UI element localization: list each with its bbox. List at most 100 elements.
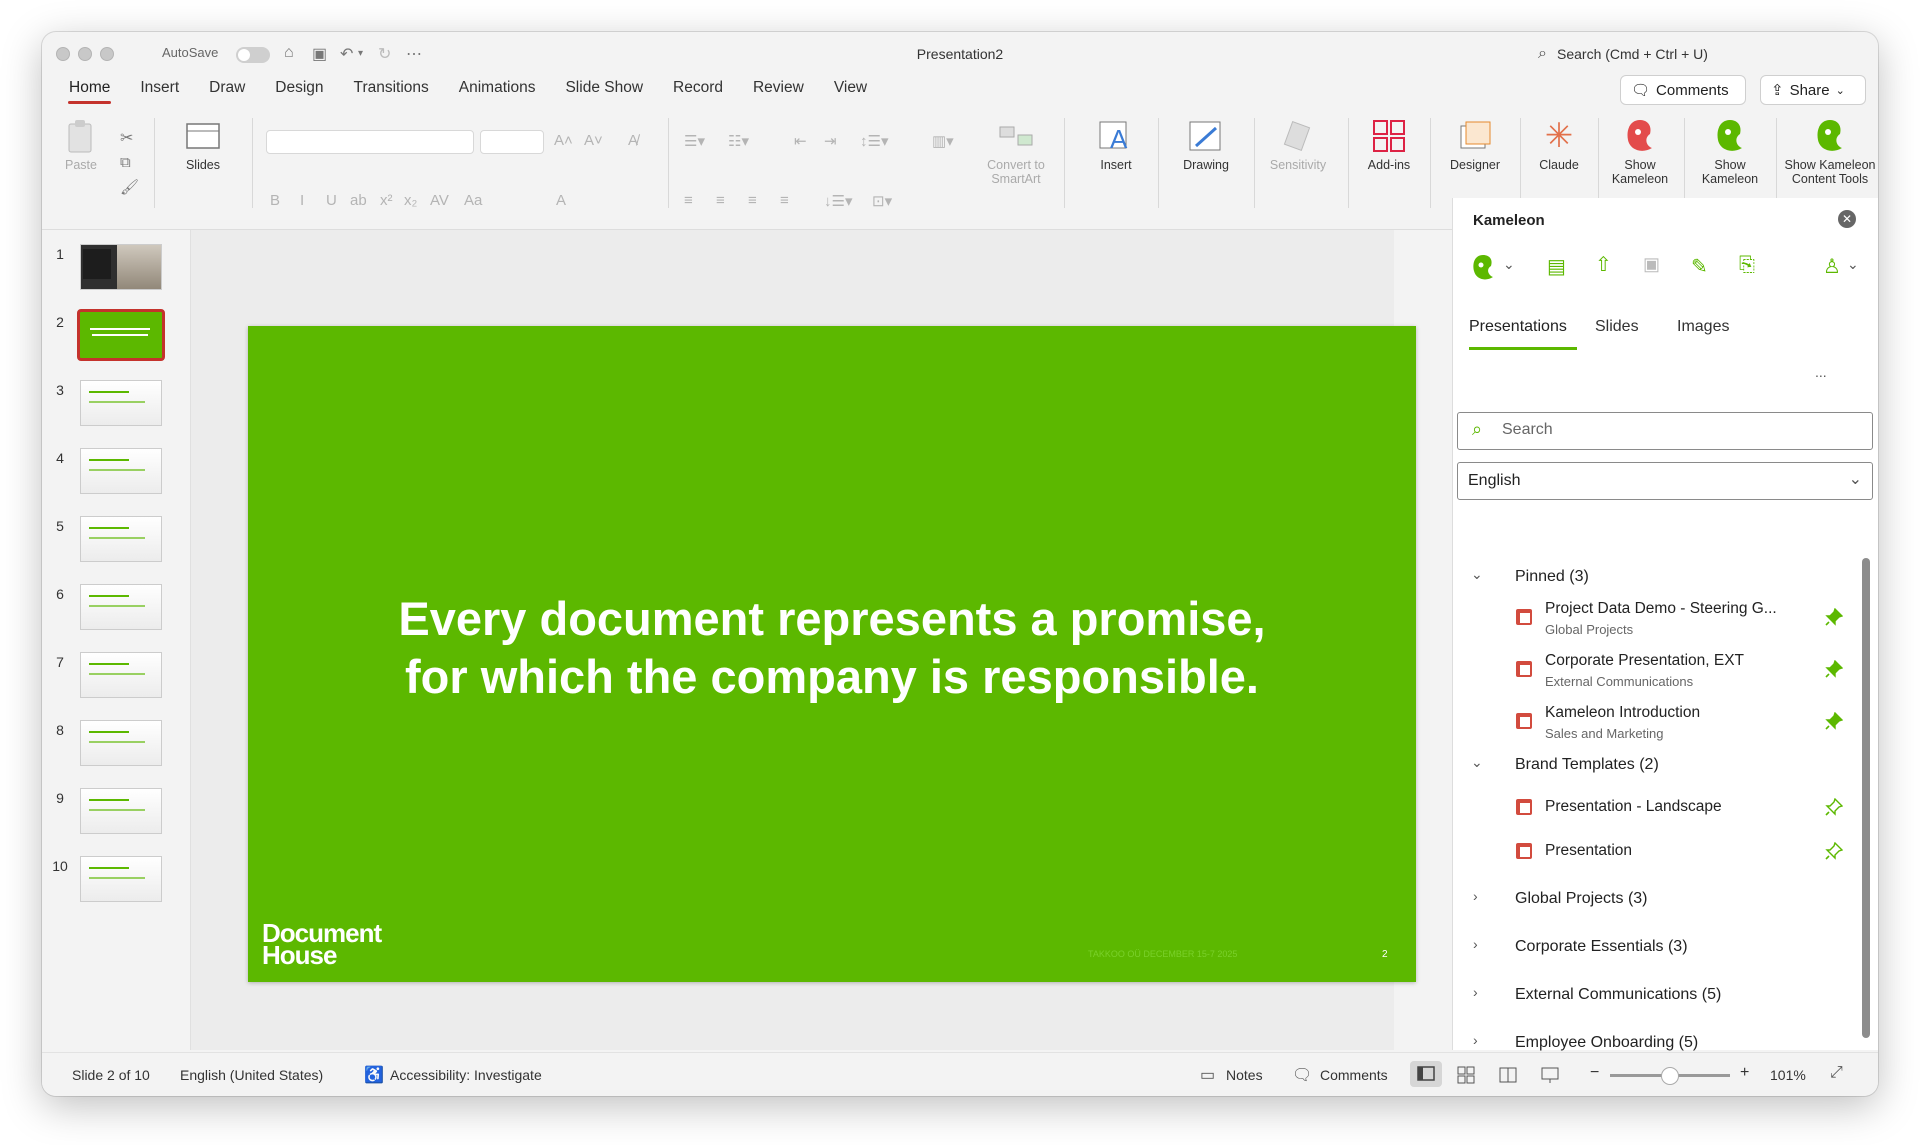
show-kameleon-tools-button[interactable]: Show Kameleon Content Tools [1782,114,1878,186]
text-direction-icon[interactable]: ↓☰▾ [824,192,852,210]
drawing-button[interactable]: Drawing [1170,114,1242,172]
close-window-button[interactable] [56,47,70,61]
accessibility-status[interactable]: Accessibility: Investigate [390,1067,542,1083]
slide-thumbnail-row[interactable]: 1 [42,244,192,296]
pinned-group[interactable]: ⌄ Pinned (3) [1453,564,1853,592]
format-painter-icon[interactable]: 🖌 [120,178,139,196]
insert-button[interactable]: A Insert [1086,114,1146,172]
addins-button[interactable]: Add-ins [1358,114,1420,172]
numbering-icon[interactable]: ☷▾ [728,132,749,150]
brand-templates-group[interactable]: ⌄ Brand Templates (2) [1453,752,1853,780]
tab-review[interactable]: Review [738,76,819,106]
slide-thumbnail[interactable] [80,516,162,562]
zoom-slider-knob[interactable] [1661,1067,1679,1085]
unpinned-icon[interactable] [1825,842,1843,860]
slide-thumbnail[interactable] [77,309,165,361]
unpinned-icon[interactable] [1825,798,1843,816]
more-icon[interactable]: ⋯ [406,44,422,64]
tab-view[interactable]: View [819,76,882,106]
slide-thumbnail-row[interactable]: 7 [42,652,192,704]
justify-icon[interactable]: ≡ [780,192,789,209]
cut-icon[interactable]: ✂ [120,128,133,148]
edit-document-icon[interactable]: ✎ [1691,254,1708,279]
designer-button[interactable]: Designer [1440,114,1510,172]
normal-view-button[interactable] [1410,1061,1442,1087]
font-color-icon[interactable]: A [556,192,566,209]
more-options-button[interactable]: ... [1815,364,1827,380]
font-size-field[interactable] [480,130,544,154]
convert-smartart-button[interactable]: Convert to SmartArt [978,114,1054,186]
bullets-icon[interactable]: ☰▾ [684,132,705,150]
bold-icon[interactable]: B [270,192,280,209]
slide-thumbnail-row[interactable]: 10 [42,856,192,908]
redo-icon[interactable]: ↻ [378,44,391,64]
tab-record[interactable]: Record [658,76,738,106]
font-name-field[interactable] [266,130,474,154]
increase-indent-icon[interactable]: ⇥ [824,132,837,150]
autosave-toggle[interactable] [236,47,270,63]
language-select[interactable]: English ⌄ [1457,462,1873,500]
italic-icon[interactable]: I [300,192,304,209]
comments-status-button[interactable]: Comments [1320,1067,1388,1083]
sensitivity-button[interactable]: Sensitivity [1258,114,1338,172]
kameleon-logo-icon[interactable] [1469,252,1499,284]
superscript-icon[interactable]: x² [380,192,393,209]
align-text-icon[interactable]: ⊡▾ [872,192,892,210]
shrink-font-icon[interactable]: A˅ [584,132,603,149]
current-slide[interactable]: Every document represents a promise, for… [248,326,1416,982]
clear-format-icon[interactable]: A̸ [628,132,638,149]
zoom-level[interactable]: 101% [1770,1067,1806,1083]
tab-slides[interactable]: Slides [1595,318,1639,336]
pdf-icon[interactable]: ▣ [1643,254,1660,275]
tab-animations[interactable]: Animations [444,76,551,106]
thumbnails-scrollbar[interactable] [190,230,212,1050]
save-icon[interactable]: ▣ [312,44,327,64]
list-item[interactable]: Presentation - Landscape [1453,796,1853,828]
list-item[interactable]: Corporate Presentation, EXT External Comm… [1453,650,1853,698]
list-item[interactable]: Kameleon Introduction Sales and Marketing [1453,702,1853,750]
list-item[interactable]: Project Data Demo - Steering G... Global … [1453,598,1853,646]
comments-button[interactable]: 🗨 Comments [1620,75,1746,105]
line-spacing-icon[interactable]: ↕☰▾ [860,132,888,150]
grow-font-icon[interactable]: A˄ [554,132,573,149]
upload-icon[interactable]: ⇧ [1595,252,1612,277]
slide-thumbnail[interactable] [80,448,162,494]
slide-thumbnail[interactable] [80,652,162,698]
zoom-window-button[interactable] [100,47,114,61]
collapsed-group[interactable]: › Corporate Essentials (3) [1453,934,1853,964]
close-icon[interactable]: ✕ [1838,210,1856,228]
slide-thumbnail[interactable] [80,788,162,834]
align-center-icon[interactable]: ≡ [716,192,725,209]
home-icon[interactable]: ⌂ [284,44,294,62]
collapsed-group[interactable]: › External Communications (5) [1453,982,1853,1012]
undo-icon[interactable]: ↶ [340,44,353,64]
tab-transitions[interactable]: Transitions [339,76,444,106]
reading-view-icon[interactable] [1498,1065,1518,1085]
pin-icon[interactable] [1825,660,1843,678]
copy-icon[interactable]: ⧉ [120,154,131,171]
chevron-down-icon[interactable]: ⌄ [1847,256,1859,273]
search-input[interactable]: ⌕ Search [1457,412,1873,450]
pin-icon[interactable] [1825,712,1843,730]
slide-thumbnail-row[interactable]: 9 [42,788,192,840]
tab-design[interactable]: Design [260,76,338,106]
slide-thumbnail[interactable] [80,380,162,426]
decrease-indent-icon[interactable]: ⇤ [794,132,807,150]
tab-slide-show[interactable]: Slide Show [550,76,658,106]
tab-images[interactable]: Images [1677,318,1729,336]
slide-thumbnail[interactable] [80,244,162,290]
chevron-down-icon[interactable]: ⌄ [1503,256,1515,273]
document-icon[interactable]: ▤ [1547,254,1566,279]
zoom-slider[interactable] [1610,1067,1730,1085]
slide-thumbnail-row[interactable]: 5 [42,516,192,568]
strikethrough-icon[interactable]: ab [350,192,367,209]
zoom-in-button[interactable]: + [1740,1064,1749,1082]
slideshow-icon[interactable] [1540,1065,1560,1085]
notes-button[interactable]: Notes [1226,1067,1263,1083]
collapsed-group[interactable]: › Global Projects (3) [1453,886,1853,916]
show-kameleon-green-button[interactable]: Show Kameleon [1692,114,1768,186]
columns-icon[interactable]: ▥▾ [932,132,954,150]
subscript-icon[interactable]: x₂ [404,192,417,209]
tab-draw[interactable]: Draw [194,76,260,106]
slide-thumbnail-row[interactable]: 8 [42,720,192,772]
